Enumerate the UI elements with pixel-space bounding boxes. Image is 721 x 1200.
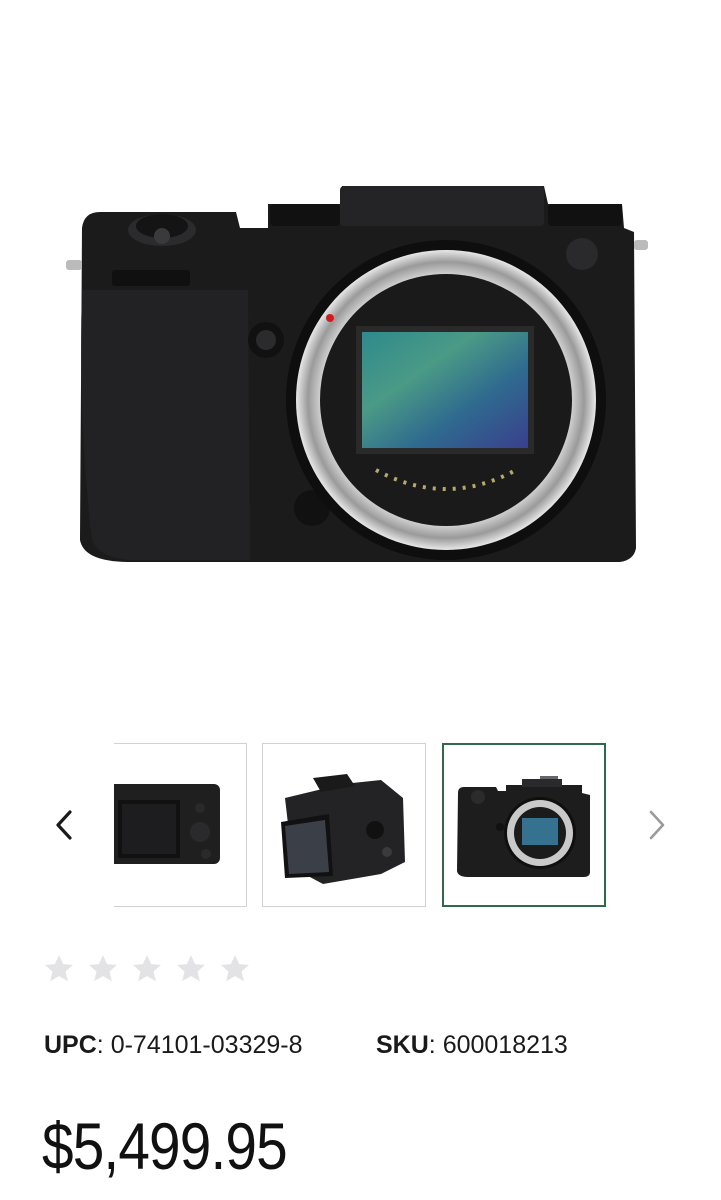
sku-code: SKU: 600018213 xyxy=(376,1028,568,1062)
star-icon xyxy=(177,955,205,982)
chevron-left-icon xyxy=(56,810,72,840)
chevron-right-icon xyxy=(649,810,665,840)
upc-code: UPC: 0-74101-03329-8 xyxy=(44,1028,303,1062)
thumbnail-strip xyxy=(114,742,614,908)
product-price: $5,499.95 xyxy=(42,1109,288,1183)
thumbnail-camera-front-view[interactable] xyxy=(442,743,606,907)
thumbnail-camera-angled-back-view[interactable] xyxy=(262,743,426,907)
product-codes: UPC: 0-74101-03329-8 SKU: 600018213 xyxy=(44,1028,568,1062)
sku-value: : 600018213 xyxy=(428,1031,568,1059)
star-icon xyxy=(221,955,249,982)
product-main-image[interactable] xyxy=(0,0,721,720)
star-rating[interactable] xyxy=(42,952,252,986)
star-icon xyxy=(133,955,161,982)
sku-label: SKU xyxy=(376,1031,429,1059)
star-icon xyxy=(89,955,117,982)
image-carousel xyxy=(0,742,721,908)
thumbnail-camera-back-view[interactable] xyxy=(114,743,247,907)
carousel-prev-button[interactable] xyxy=(44,800,84,850)
star-icon xyxy=(45,955,73,982)
carousel-next-button[interactable] xyxy=(637,800,677,850)
upc-label: UPC xyxy=(44,1031,97,1059)
upc-value: : 0-74101-03329-8 xyxy=(96,1031,303,1059)
